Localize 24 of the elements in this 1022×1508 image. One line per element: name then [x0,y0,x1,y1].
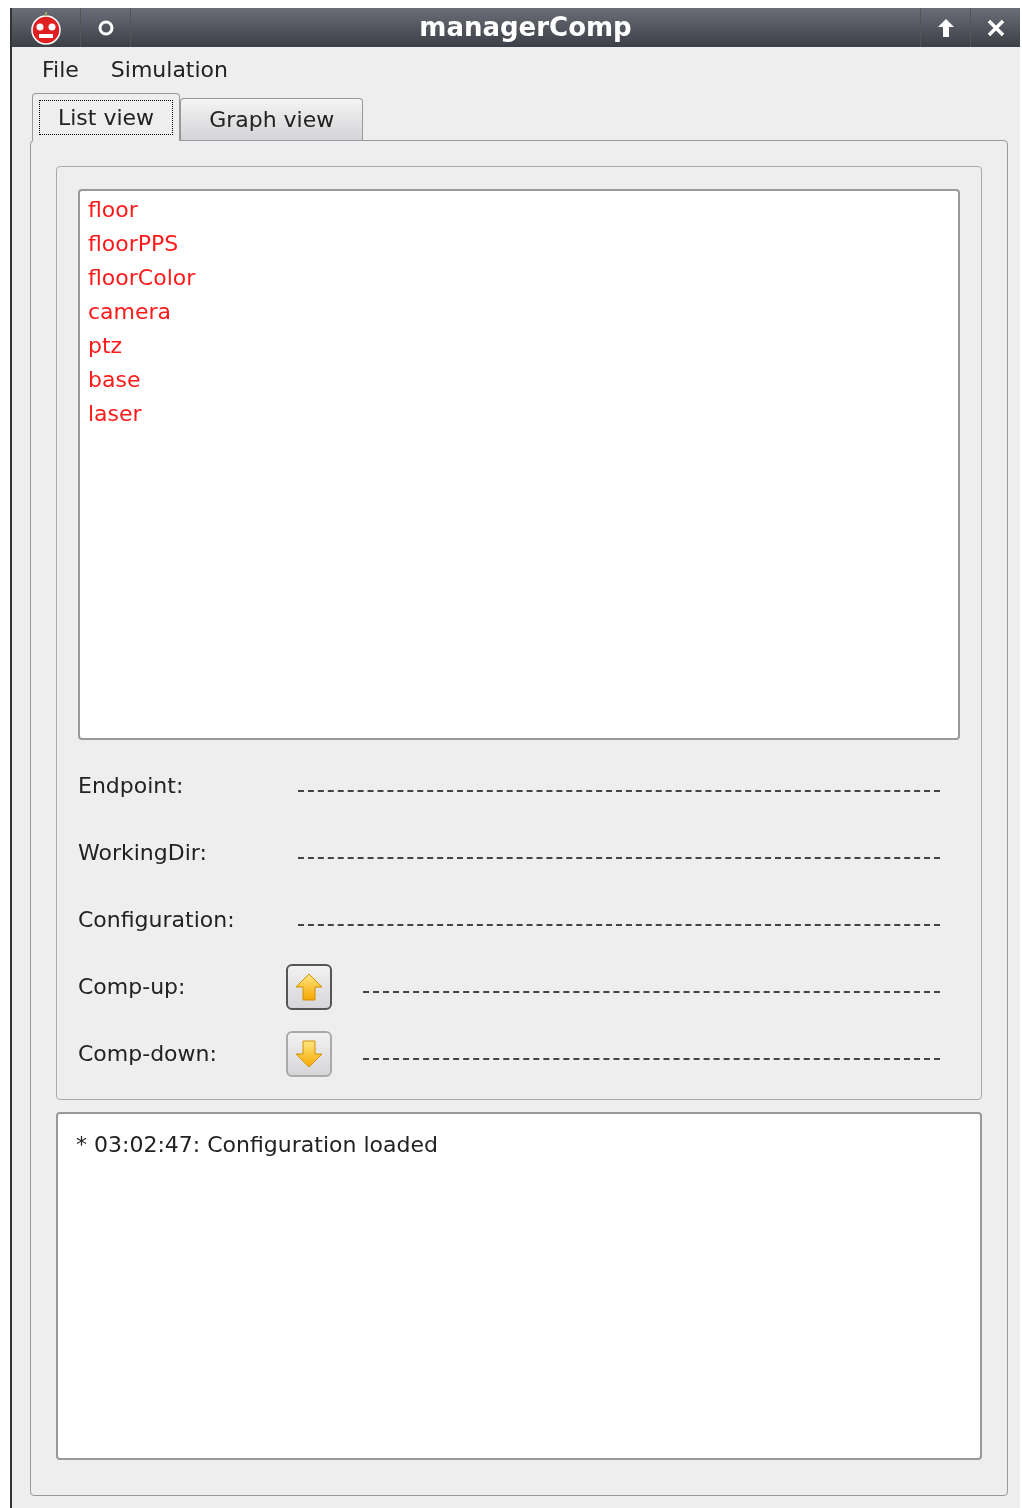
list-item[interactable]: ptz [88,329,123,363]
up-button[interactable] [286,963,332,1010]
log-line: * 03:02:47: Configuration loaded [76,1131,439,1159]
robot-face-icon [29,10,63,45]
close-icon[interactable] [985,17,1006,38]
field-label: Comp-up: [78,973,187,1001]
window-title: managerComp [419,11,632,44]
list-item[interactable]: floor [88,193,138,227]
up-arrow-icon [294,971,324,1002]
tab[interactable]: List view [32,93,181,141]
list-item[interactable]: base [88,363,141,397]
list-item[interactable]: camera [88,295,172,329]
field-label: Configuration: [78,906,236,934]
list-item[interactable]: floorColor [88,261,196,295]
field-label: Endpoint: [78,772,185,800]
field-label: Comp-down: [78,1040,218,1068]
down-arrow-icon [294,1038,324,1069]
menu-item[interactable]: Simulation [100,53,238,86]
tab[interactable]: Graph view [180,98,364,140]
circle-icon[interactable] [96,18,115,37]
field-label: WorkingDir: [78,839,208,867]
menu-item[interactable]: File [32,53,89,86]
list-item[interactable]: floorPPS [88,227,179,261]
list-item[interactable]: laser [88,397,142,431]
